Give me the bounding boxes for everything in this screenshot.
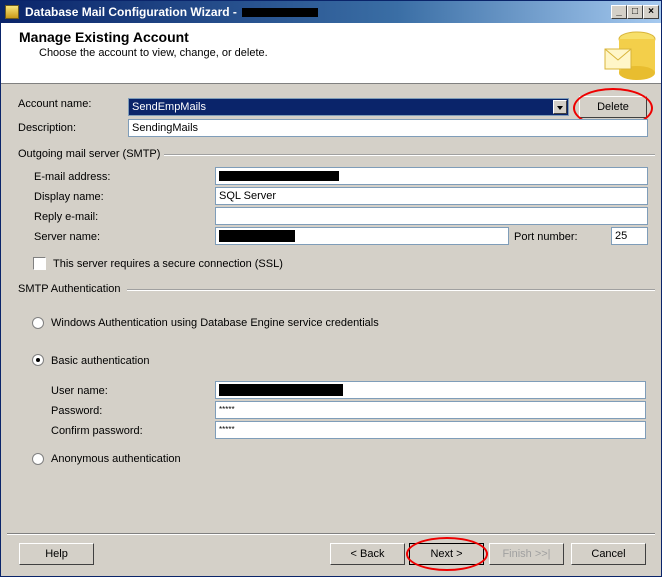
- reply-email-field[interactable]: [215, 207, 648, 225]
- account-name-value: SendEmpMails: [132, 101, 206, 113]
- smtp-group-title: Outgoing mail server (SMTP): [18, 148, 165, 160]
- description-field[interactable]: SendingMails: [128, 119, 648, 137]
- reply-email-label: Reply e-mail:: [34, 211, 99, 223]
- user-name-field[interactable]: [215, 381, 646, 399]
- minimize-icon[interactable]: _: [611, 5, 627, 19]
- account-name-combobox[interactable]: SendEmpMails: [128, 98, 569, 116]
- server-name-label: Server name:: [34, 231, 101, 243]
- email-label: E-mail address:: [34, 171, 111, 183]
- redacted-server-name: [242, 8, 319, 18]
- auth-group-title: SMTP Authentication: [18, 283, 125, 295]
- back-button[interactable]: < Back: [330, 543, 405, 565]
- ssl-checkbox[interactable]: [33, 257, 46, 270]
- display-name-field[interactable]: SQL Server: [215, 187, 648, 205]
- help-button[interactable]: Help: [19, 543, 94, 565]
- redacted-user-name: [219, 384, 343, 397]
- account-name-label: Account name:: [18, 98, 92, 110]
- port-number-label: Port number:: [514, 231, 578, 243]
- annotation-circle-next: [406, 537, 488, 571]
- app-icon: [5, 5, 19, 19]
- title-bar[interactable]: Database Mail Configuration Wizard - _ □…: [1, 1, 661, 23]
- window-title: Database Mail Configuration Wizard -: [25, 5, 319, 19]
- cancel-button[interactable]: Cancel: [571, 543, 646, 565]
- maximize-icon[interactable]: □: [627, 5, 643, 19]
- wizard-header: Manage Existing Account Choose the accou…: [1, 23, 661, 84]
- page-subtitle: Choose the account to view, change, or d…: [39, 47, 268, 59]
- database-mail-icon: [604, 31, 656, 80]
- display-name-label: Display name:: [34, 191, 104, 203]
- wizard-window: Database Mail Configuration Wizard - _ □…: [0, 0, 662, 577]
- basic-auth-label[interactable]: Basic authentication: [51, 355, 149, 367]
- basic-auth-radio[interactable]: [32, 354, 44, 366]
- redacted-server: [219, 230, 295, 243]
- windows-auth-radio[interactable]: [32, 317, 44, 329]
- description-label: Description:: [18, 122, 77, 134]
- password-label: Password:: [51, 405, 103, 417]
- anonymous-auth-radio[interactable]: [32, 453, 44, 465]
- email-field[interactable]: [215, 167, 648, 185]
- ssl-label[interactable]: This server requires a secure connection…: [53, 258, 283, 270]
- page-title: Manage Existing Account: [19, 29, 189, 45]
- password-field[interactable]: *****: [215, 401, 646, 419]
- confirm-password-label: Confirm password:: [51, 425, 143, 437]
- server-name-field[interactable]: [215, 227, 509, 245]
- user-name-label: User name:: [51, 385, 108, 397]
- auth-group-divider: [127, 289, 655, 291]
- smtp-group-divider: [161, 154, 655, 156]
- chevron-down-icon[interactable]: [553, 100, 567, 114]
- finish-button[interactable]: Finish >>|: [489, 543, 564, 565]
- anonymous-auth-label[interactable]: Anonymous authentication: [51, 453, 181, 465]
- windows-auth-label[interactable]: Windows Authentication using Database En…: [51, 317, 379, 329]
- footer-separator: [7, 533, 655, 535]
- redacted-email: [219, 171, 339, 182]
- confirm-password-field[interactable]: *****: [215, 421, 646, 439]
- port-number-field[interactable]: 25: [611, 227, 648, 245]
- close-icon[interactable]: ×: [643, 5, 659, 19]
